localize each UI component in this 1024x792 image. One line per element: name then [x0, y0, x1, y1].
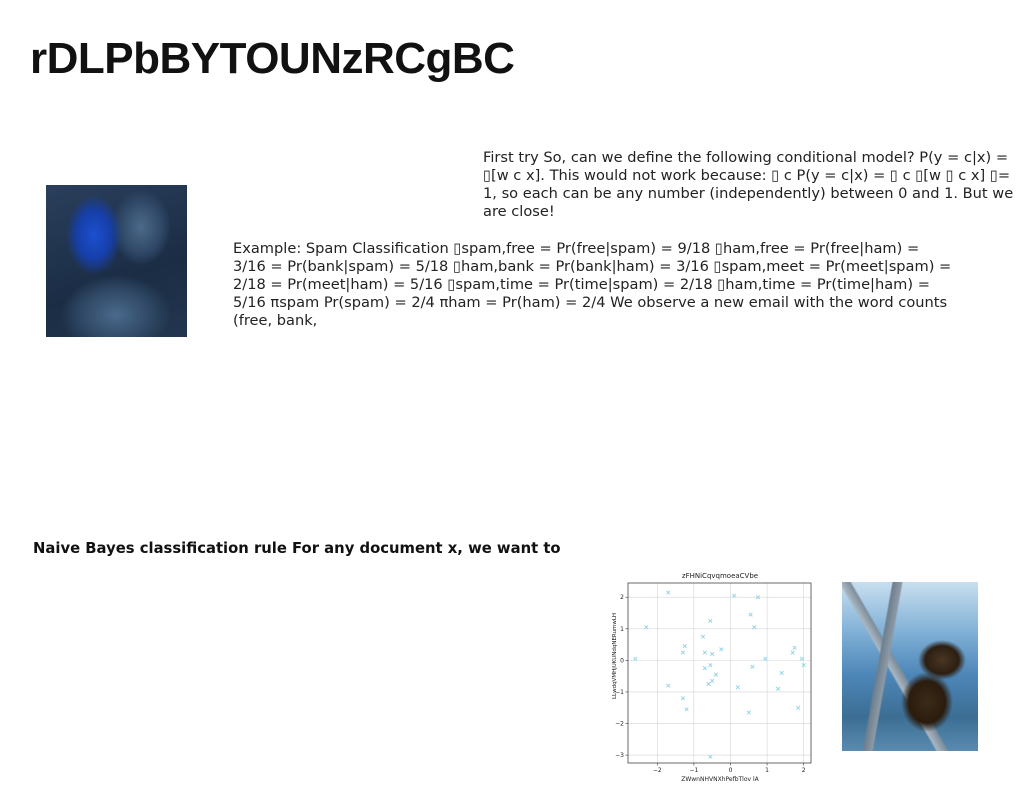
scatter-point — [799, 656, 804, 661]
scatter-point — [708, 618, 713, 624]
scatter-point — [682, 644, 687, 649]
scatter-point — [713, 672, 718, 677]
scatter-point — [706, 681, 711, 687]
scatter-point — [700, 634, 706, 639]
scatter-point — [746, 710, 751, 715]
y-tick-label: −1 — [615, 689, 624, 696]
chart-points — [633, 590, 806, 759]
scatter-point — [666, 590, 671, 595]
y-tick-label: −3 — [615, 752, 624, 759]
scatter-point — [792, 645, 797, 650]
scatter-point — [779, 670, 784, 676]
x-tick-label: 1 — [765, 767, 769, 774]
y-tick-label: 1 — [620, 626, 624, 633]
y-tick-label: −2 — [615, 721, 624, 728]
x-tick-label: −2 — [653, 767, 662, 774]
scatter-point — [710, 678, 715, 684]
scatter-chart-svg: zFHNiCqvqmoeaCVbe ZWwnNHVNXhPefbTlov lA … — [612, 572, 812, 783]
scatter-point — [702, 666, 707, 671]
x-tick-label: −1 — [689, 767, 698, 774]
scatter-point — [708, 662, 713, 668]
scatter-chart: zFHNiCqvqmoeaCVbe ZWwnNHVNXhPefbTlov lA … — [606, 568, 820, 788]
scatter-point — [732, 593, 737, 598]
scatter-point — [790, 650, 795, 655]
x-tick-label: 2 — [802, 767, 806, 774]
scatter-point — [735, 685, 740, 690]
scatter-point — [684, 707, 689, 712]
scatter-point — [796, 705, 801, 710]
scatter-point — [666, 683, 671, 688]
page-title: rDLPbBYTOUNzRCgBC — [30, 34, 515, 83]
scatter-point — [750, 664, 755, 669]
scatter-point — [633, 656, 638, 661]
chart-x-label: ZWwnNHVNXhPefbTlov lA — [681, 776, 759, 783]
section-heading: Naive Bayes classification rule For any … — [33, 540, 561, 557]
scatter-point — [680, 650, 686, 655]
chart-grid — [628, 583, 811, 763]
scatter-point — [644, 625, 649, 630]
scatter-point — [752, 625, 757, 630]
chart-y-label: LLwdqVMHjUKUNdqNERumwLH — [612, 613, 618, 699]
x-tick-label: 0 — [729, 767, 733, 774]
paragraph-conditional-model: First try So, can we define the followin… — [483, 149, 1014, 220]
scatter-point — [710, 651, 715, 657]
paragraph-spam-example: Example: Spam Classification ▯spam,free … — [233, 240, 952, 329]
y-tick-label: 2 — [620, 594, 624, 601]
scatter-point — [708, 754, 713, 759]
chart-plot-frame — [627, 582, 812, 764]
bear-photo — [842, 582, 978, 751]
couple-photo — [46, 185, 187, 337]
scatter-point — [702, 650, 707, 655]
scatter-point — [763, 656, 768, 661]
scatter-point — [719, 647, 724, 652]
scatter-point — [775, 686, 781, 691]
scatter-point — [748, 612, 753, 617]
y-tick-label: 0 — [620, 657, 624, 664]
scatter-point — [680, 696, 686, 701]
chart-title: zFHNiCqvqmoeaCVbe — [682, 572, 758, 580]
